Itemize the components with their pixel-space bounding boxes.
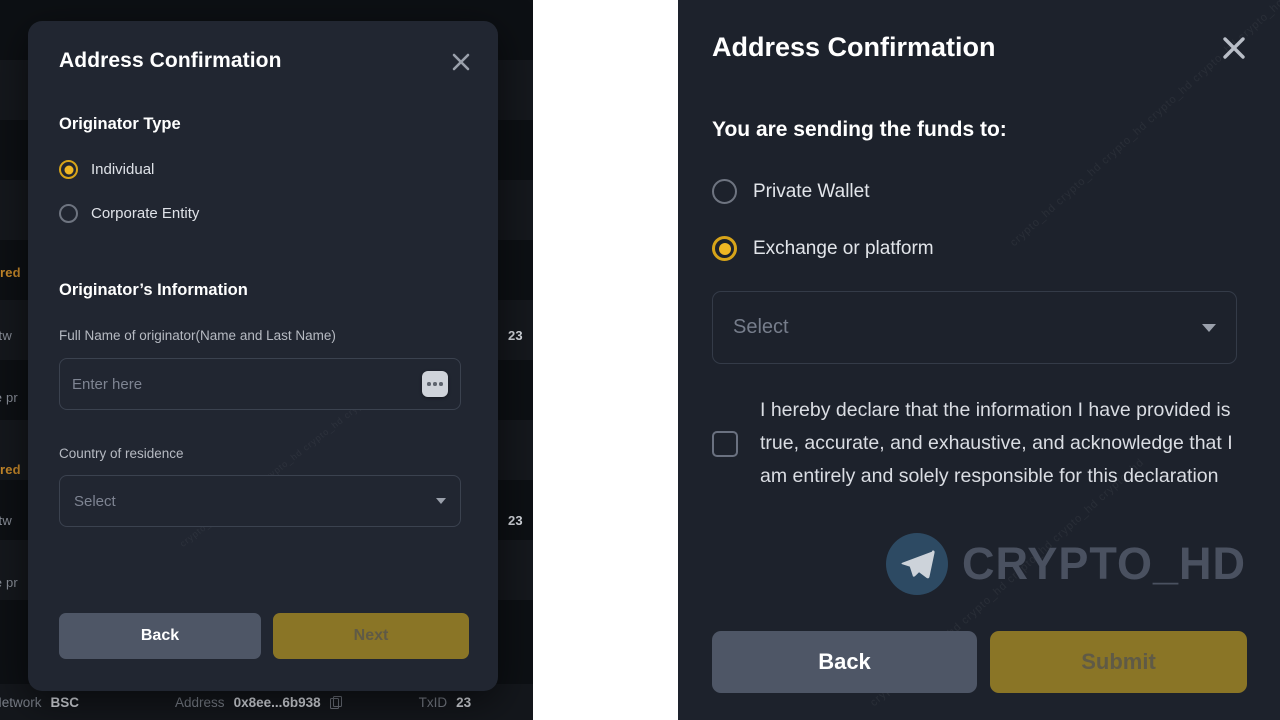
background-network-text: letw xyxy=(0,328,12,343)
background-amount-text: 23 xyxy=(508,328,523,343)
declaration-checkbox[interactable] xyxy=(712,430,738,457)
chevron-down-icon[interactable] xyxy=(436,498,446,504)
declaration-row: I hereby declare that the information I … xyxy=(712,394,1237,493)
page-title: Address Confirmation xyxy=(59,49,282,72)
country-of-residence-select[interactable]: Select xyxy=(59,475,461,527)
chevron-down-icon[interactable] xyxy=(1202,323,1216,332)
background-purpose-text: se pr xyxy=(0,390,18,405)
telegram-icon xyxy=(886,533,948,595)
watermark-text: CRYPTO_HD xyxy=(962,538,1247,589)
radio-icon-selected[interactable] xyxy=(59,160,78,179)
full-name-placeholder: Enter here xyxy=(72,375,143,393)
copy-icon[interactable] xyxy=(329,695,342,709)
page-title: Address Confirmation xyxy=(712,32,996,62)
background-network-text: letw xyxy=(0,513,12,528)
radio-label: Private Wallet xyxy=(753,180,870,202)
background-amount-text: 23 xyxy=(508,513,523,528)
next-button[interactable]: Next xyxy=(273,613,469,659)
background-purpose-text: se pr xyxy=(0,575,18,590)
originator-type-section-title: Originator Type xyxy=(59,115,181,133)
back-button[interactable]: Back xyxy=(712,631,977,693)
address-confirmation-modal-step2: crypto_hd crypto_hd crypto_hd crypto_hd … xyxy=(678,0,1280,720)
exchange-select-placeholder: Select xyxy=(733,316,789,338)
destination-section-heading: You are sending the funds to: xyxy=(712,118,1007,141)
address-confirmation-modal-step1: crypto_hd crypto_hd crypto_hd crypto_hd … xyxy=(28,21,498,691)
radio-icon-unselected[interactable] xyxy=(59,204,78,223)
radio-icon-unselected[interactable] xyxy=(712,179,737,204)
declaration-text: I hereby declare that the information I … xyxy=(760,399,1233,487)
left-screenshot-capture: uired letw se pr uired letw se pr 23 23 … xyxy=(0,0,533,720)
crypto-hd-watermark: CRYPTO_HD xyxy=(886,533,1246,595)
radio-option-private-wallet[interactable]: Private Wallet xyxy=(712,179,870,204)
submit-button[interactable]: Submit xyxy=(990,631,1247,693)
background-status-text: uired xyxy=(0,265,21,280)
full-name-label: Full Name of originator(Name and Last Na… xyxy=(59,328,336,343)
screenshot-stage: uired letw se pr uired letw se pr 23 23 … xyxy=(0,0,1280,720)
radio-option-corporate-entity[interactable]: Corporate Entity xyxy=(59,204,199,223)
country-placeholder: Select xyxy=(74,492,116,510)
bottom-network-label: Network xyxy=(0,694,42,710)
bottom-txid-value: 23 xyxy=(456,694,472,710)
radio-label: Corporate Entity xyxy=(91,205,200,222)
radio-option-exchange-or-platform[interactable]: Exchange or platform xyxy=(712,236,934,261)
full-name-input[interactable]: Enter here xyxy=(59,358,461,410)
exchange-platform-select[interactable]: Select xyxy=(712,291,1237,364)
radio-label: Individual xyxy=(91,161,155,178)
radio-option-individual[interactable]: Individual xyxy=(59,160,154,179)
radio-label: Exchange or platform xyxy=(753,237,934,259)
close-icon[interactable] xyxy=(446,47,476,77)
more-dots-icon[interactable] xyxy=(422,371,448,397)
originator-info-section-title: Originator’s Information xyxy=(59,281,248,299)
close-icon[interactable] xyxy=(1216,30,1252,66)
country-of-residence-label: Country of residence xyxy=(59,446,184,461)
bottom-address-value: 0x8ee...6b938 xyxy=(233,694,321,710)
background-status-text: uired xyxy=(0,462,21,477)
bottom-txid-label: TxID xyxy=(418,694,448,710)
radio-icon-selected[interactable] xyxy=(712,236,737,261)
white-separator-gap xyxy=(533,0,678,720)
bottom-network-value: BSC xyxy=(50,694,80,710)
bottom-address-label: Address xyxy=(175,694,225,710)
back-button[interactable]: Back xyxy=(59,613,261,659)
